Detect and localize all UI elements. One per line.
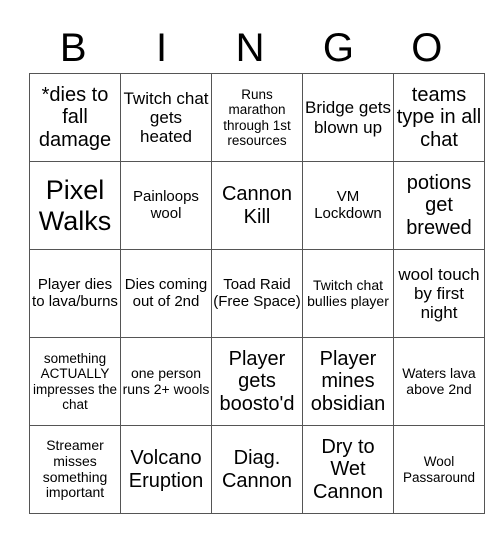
bingo-cell[interactable]: Twitch chat bullies player	[302, 249, 394, 338]
grid-row: *dies to fall damage Twitch chat gets he…	[29, 73, 485, 162]
bingo-cell[interactable]: Twitch chat gets heated	[120, 73, 212, 162]
bingo-cell[interactable]: Wool Passaround	[393, 425, 485, 514]
bingo-cell[interactable]: Painloops wool	[120, 161, 212, 250]
bingo-cell[interactable]: Runs marathon through 1st resources	[211, 73, 303, 162]
grid-row: Streamer misses something important Volc…	[29, 425, 485, 514]
bingo-cell[interactable]: Waters lava above 2nd	[393, 337, 485, 426]
header-letter-i: I	[156, 26, 168, 70]
header-letter-b: B	[59, 26, 87, 70]
bingo-cell[interactable]: one person runs 2+ wools	[120, 337, 212, 426]
bingo-cell[interactable]: Volcano Eruption	[120, 425, 212, 514]
bingo-cell[interactable]: Pixel Walks	[29, 161, 121, 250]
bingo-cell[interactable]: wool touch by first night	[393, 249, 485, 338]
bingo-cell[interactable]: Player mines obsidian	[302, 337, 394, 426]
bingo-cell[interactable]: Diag. Cannon	[211, 425, 303, 514]
bingo-cell[interactable]: teams type in all chat	[393, 73, 485, 162]
bingo-header: B I N G O	[29, 22, 471, 74]
bingo-cell[interactable]: Cannon Kill	[211, 161, 303, 250]
bingo-cell[interactable]: Player gets boosto'd	[211, 337, 303, 426]
header-letter-o: O	[411, 26, 443, 70]
bingo-cell[interactable]: Dry to Wet Cannon	[302, 425, 394, 514]
header-letter-n: N	[235, 26, 265, 70]
bingo-cell[interactable]: *dies to fall damage	[29, 73, 121, 162]
header-letter-g: G	[322, 26, 354, 70]
grid-row: Pixel Walks Painloops wool Cannon Kill V…	[29, 161, 485, 250]
bingo-cell[interactable]: Dies coming out of 2nd	[120, 249, 212, 338]
bingo-cell free-space[interactable]: Toad Raid (Free Space)	[211, 249, 303, 338]
bingo-cell[interactable]: Streamer misses something important	[29, 425, 121, 514]
bingo-grid: *dies to fall damage Twitch chat gets he…	[29, 73, 485, 514]
bingo-cell[interactable]: Bridge gets blown up	[302, 73, 394, 162]
bingo-cell[interactable]: something ACTUALLY impresses the chat	[29, 337, 121, 426]
bingo-cell[interactable]: VM Lockdown	[302, 161, 394, 250]
bingo-cell[interactable]: Player dies to lava/burns	[29, 249, 121, 338]
grid-row: something ACTUALLY impresses the chat on…	[29, 337, 485, 426]
grid-row: Player dies to lava/burns Dies coming ou…	[29, 249, 485, 338]
bingo-cell[interactable]: potions get brewed	[393, 161, 485, 250]
